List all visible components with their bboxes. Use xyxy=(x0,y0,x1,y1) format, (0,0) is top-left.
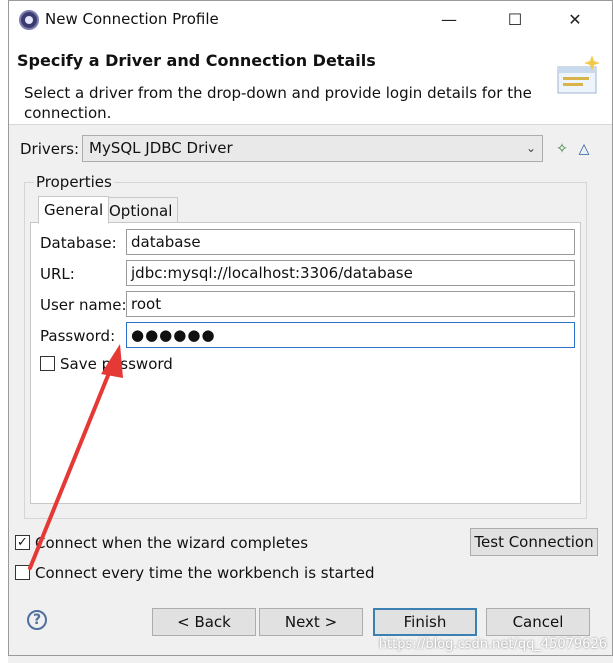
tab-general[interactable]: General xyxy=(38,196,110,224)
annotation-arrow xyxy=(28,344,123,570)
